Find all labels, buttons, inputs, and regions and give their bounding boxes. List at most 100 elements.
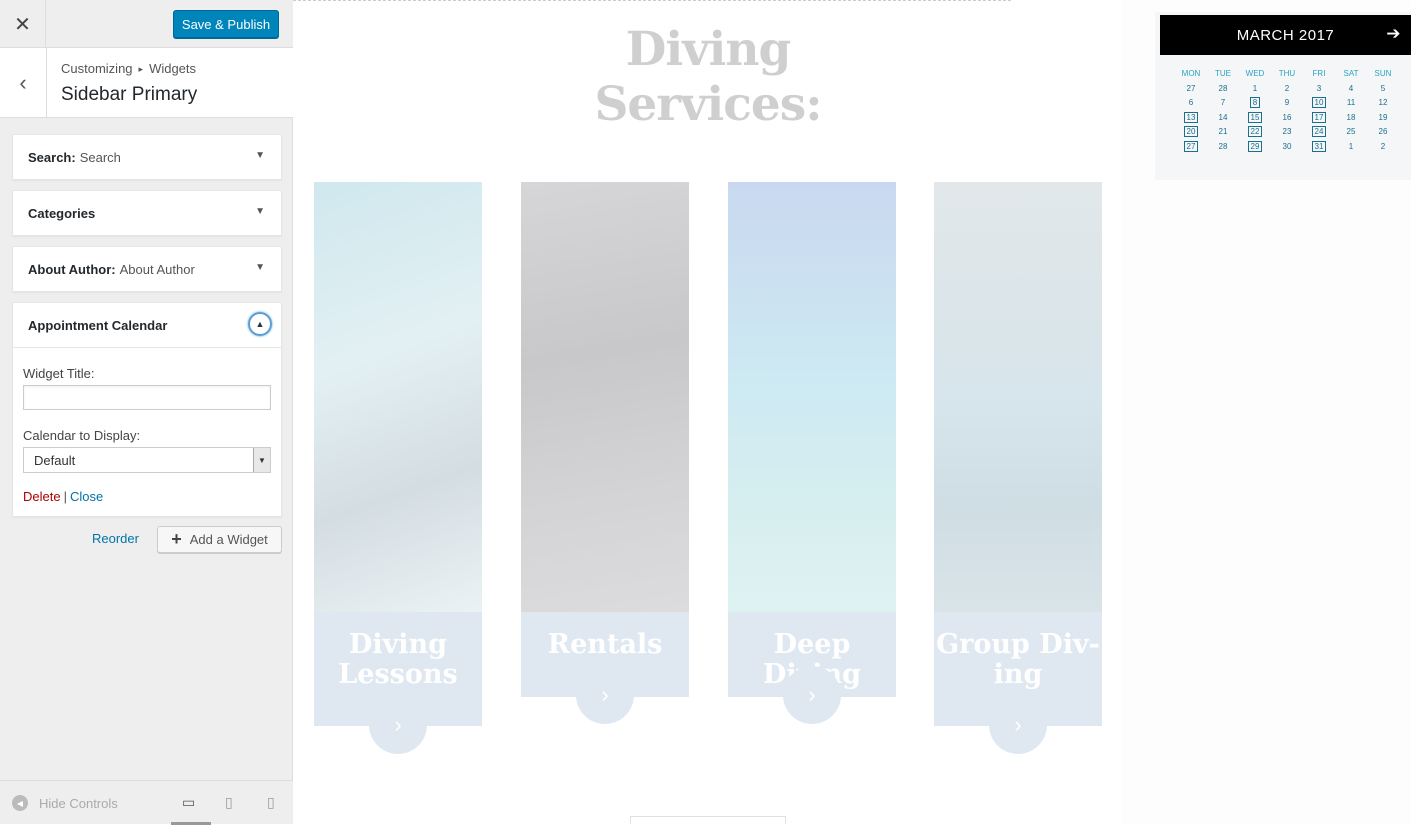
calendar-day: 3 [1303,84,1335,99]
calendar-week-row: 27 28 29 30 31 1 2 [1175,140,1400,157]
calendar-day: 6 [1175,98,1207,113]
delete-link[interactable]: Delete [23,489,61,504]
calendar-display-select[interactable]: Default ▼ [23,447,271,473]
calendar-day-available[interactable]: 22 [1239,126,1271,142]
calendar-day-number: 28 [1218,83,1228,93]
calendar-weekday: SUN [1374,69,1392,78]
hide-controls-label: Hide Controls [39,795,118,811]
calendar-day-number: 16 [1282,112,1292,122]
calendar-day-number: 19 [1378,112,1388,122]
calendar-day-number: 20 [1183,126,1199,138]
calendar-day-number: 27 [1183,140,1199,152]
calendar-day-number: 30 [1282,141,1292,151]
calendar-day: 7 [1207,98,1239,113]
service-card-image [521,182,689,612]
chevron-right-icon[interactable]: › [989,696,1047,754]
breadcrumb-separator-icon: ▸ [138,64,144,74]
calendar-day: 9 [1271,98,1303,113]
calendar-day-available[interactable]: 10 [1303,97,1335,113]
calendar-day-number: 6 [1188,98,1194,108]
calendar-day-available[interactable]: 31 [1303,140,1335,157]
widget-header[interactable]: About Author: About Author ▼ [13,247,281,291]
calendar-day: 1 [1335,142,1367,157]
calendar-weekday: MON [1181,69,1201,78]
calendar-weekday: FRI [1312,69,1326,78]
calendar-day-number: 22 [1247,126,1263,138]
calendar-day-available[interactable]: 13 [1175,111,1207,128]
top-divider [293,0,1011,1]
actions-separator: | [63,489,67,504]
widget-header[interactable]: Categories ▼ [13,191,281,235]
panel-header: ‹ Customizing ▸ Widgets Sidebar Primary [0,48,293,118]
calendar-day-available[interactable]: 27 [1175,140,1207,157]
calendar-day-number: 8 [1249,97,1261,109]
calendar-day-available[interactable]: 24 [1303,126,1335,142]
calendar-day: 11 [1335,98,1367,113]
calendar-day-number: 7 [1220,98,1226,108]
close-icon: ✕ [14,13,31,36]
chevron-left-icon: ‹ [19,70,27,95]
calendar-display-label: Calendar to Display: [23,428,141,443]
customizer-topbar: ✕ Save & Publish [0,0,293,48]
calendar-day-number: 14 [1218,112,1228,122]
arrow-right-icon[interactable]: ➔ [1386,24,1401,44]
appointment-calendar: MARCH 2017 ➔ MON TUE WED THU FRI SAT SUN 27 28 1 2… [1155,12,1411,180]
calendar-day-number: 21 [1218,127,1228,137]
calendar-day-number: 2 [1284,83,1290,93]
widget-categories[interactable]: Categories ▼ [12,190,282,236]
collapse-arrow-icon[interactable]: ▲ [248,312,272,336]
calendar-day-number: 25 [1346,127,1356,137]
widget-type: Appointment Calendar [28,317,168,333]
customizer-sidebar: ✕ Save & Publish ‹ Customizing ▸ Widgets S… [0,0,293,825]
back-button[interactable]: ‹ [0,48,47,118]
widget-search[interactable]: Search: Search ▼ [12,134,282,180]
calendar-day: 2 [1271,84,1303,99]
save-publish-button[interactable]: Save & Publish [173,10,279,38]
widget-header[interactable]: Appointment Calendar ▲ [13,303,281,347]
calendar-day-number: 9 [1284,98,1290,108]
widget-about-author[interactable]: About Author: About Author ▼ [12,246,282,292]
close-customizer-button[interactable]: ✕ [0,0,46,48]
calendar-day-available[interactable]: 20 [1175,126,1207,142]
customizer-footer: ◀ Hide Controls ▭ ▯ ▯ [0,780,293,825]
widget-header[interactable]: Search: Search ▼ [13,135,281,179]
desktop-preview-icon[interactable]: ▭ [182,794,195,811]
calendar-day-number: 4 [1348,83,1354,93]
expand-arrow-icon[interactable]: ▼ [255,206,265,217]
calendar-day: 30 [1271,142,1303,157]
calendar-day-number: 15 [1247,111,1263,123]
calendar-day: 4 [1335,84,1367,99]
calendar-grid: MON TUE WED THU FRI SAT SUN 27 28 1 2 3 4 5 6 7 8 9 10 11 12… [1175,69,1400,157]
calendar-day-available[interactable]: 8 [1239,97,1271,113]
calendar-day-available[interactable]: 29 [1239,140,1271,157]
reorder-link[interactable]: Reorder [92,531,139,546]
add-widget-button[interactable]: + Add a Widget [157,526,282,553]
calendar-day-number: 1 [1252,83,1258,93]
calendar-day: 28 [1207,84,1239,99]
widget-title-input[interactable] [23,385,271,410]
calendar-day-number: 11 [1346,98,1356,108]
chevron-right-icon[interactable]: › [576,666,634,724]
widget-title: Search [79,149,121,165]
chevron-right-icon[interactable]: › [783,666,841,724]
close-link[interactable]: Close [70,489,103,504]
calendar-day-available[interactable]: 15 [1239,111,1271,128]
chevron-right-icon[interactable]: › [369,696,427,754]
widget-type: Search: [28,149,76,165]
hide-controls-button[interactable]: ◀ Hide Controls [12,795,118,811]
calendar-day-number: 1 [1348,141,1354,151]
calendar-day-available[interactable]: 17 [1303,111,1335,128]
plus-icon: + [171,529,182,549]
widget-actions: Delete | Close [23,489,271,504]
widget-appointment-calendar[interactable]: Appointment Calendar ▲ Widget Title: Cal… [12,302,282,517]
expand-arrow-icon[interactable]: ▼ [255,150,265,161]
chevron-down-icon[interactable]: ▼ [253,448,270,472]
mobile-preview-icon[interactable]: ▯ [267,794,275,811]
calendar-day: 27 [1175,84,1207,99]
calendar-weekday: WED [1245,69,1265,78]
calendar-display-value: Default [34,452,76,468]
service-card-image [314,182,482,612]
calendar-header: MARCH 2017 ➔ [1160,15,1411,55]
expand-arrow-icon[interactable]: ▼ [255,262,265,273]
tablet-preview-icon[interactable]: ▯ [225,794,233,811]
